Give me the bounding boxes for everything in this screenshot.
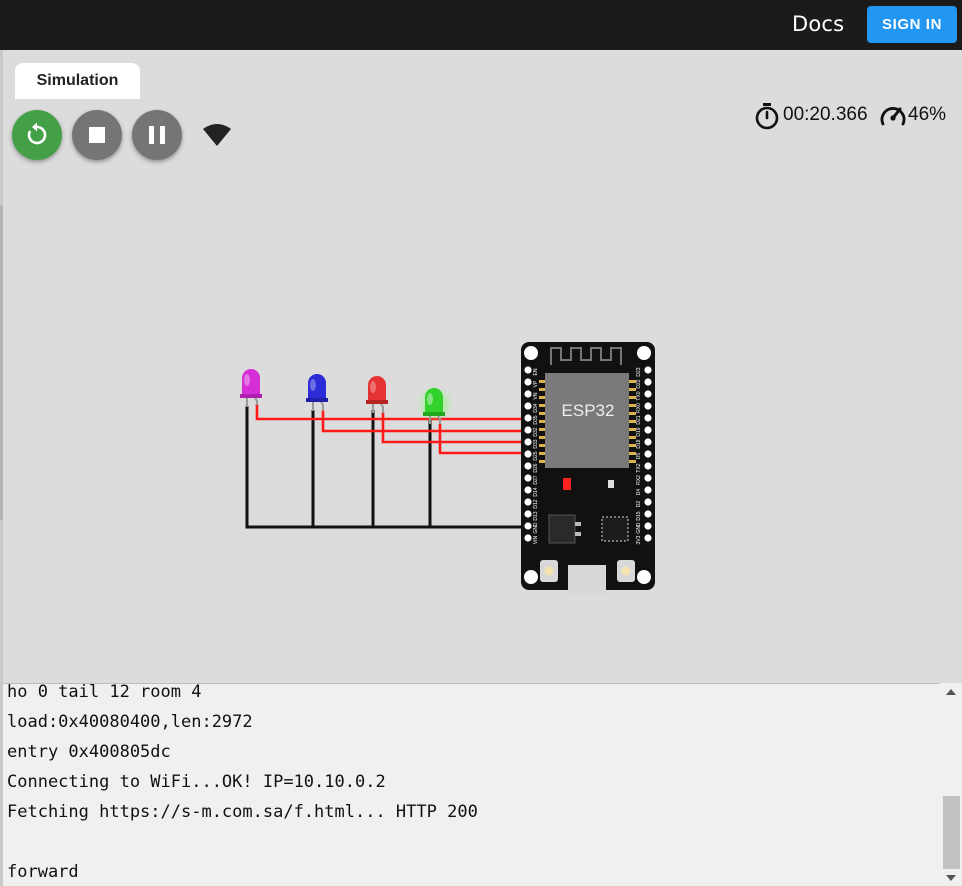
console-line: entry 0x400805dc bbox=[7, 742, 171, 762]
power-led bbox=[563, 478, 571, 490]
esp32-label: ESP32 bbox=[562, 401, 615, 420]
console-line: Fetching https://s-m.com.sa/f.html... HT… bbox=[7, 802, 478, 822]
pin-label: VN bbox=[533, 392, 539, 399]
pin-label: D21 bbox=[636, 415, 642, 424]
pin-label: D13 bbox=[533, 511, 539, 520]
scrollbar-thumb[interactable] bbox=[943, 796, 960, 869]
pin-label: D32 bbox=[533, 427, 539, 436]
pin-label: D25 bbox=[533, 451, 539, 460]
pin-label: D2 bbox=[636, 501, 642, 508]
pin-label: D23 bbox=[636, 367, 642, 376]
scroll-down-arrow-icon[interactable] bbox=[945, 874, 957, 882]
pin-label: GND bbox=[636, 522, 642, 534]
led-red[interactable] bbox=[366, 376, 388, 413]
pin-label: D35 bbox=[533, 415, 539, 424]
pin-label: VP bbox=[533, 380, 539, 387]
pin-label: 3V3 bbox=[636, 535, 642, 544]
pin-label: EN bbox=[533, 368, 539, 375]
boot-button[interactable] bbox=[617, 560, 635, 582]
ground-wires[interactable] bbox=[245, 406, 527, 529]
pin-label: D34 bbox=[533, 403, 539, 412]
led-magenta[interactable] bbox=[240, 369, 262, 407]
pin-label: D5 bbox=[636, 453, 642, 460]
pin-label: VIN bbox=[533, 535, 539, 544]
serial-monitor[interactable]: ho 0 tail 12 room 4 load:0x40080400,len:… bbox=[3, 683, 962, 886]
pin-label: TX0 bbox=[636, 391, 642, 400]
pin-label: D15 bbox=[636, 511, 642, 520]
app-root: Docs SIGN IN Simulation 00:20.366 46% ES… bbox=[0, 0, 962, 886]
pin-label: D4 bbox=[636, 489, 642, 496]
smd-component bbox=[608, 480, 614, 488]
console-line: Connecting to WiFi...OK! IP=10.10.0.2 bbox=[7, 772, 386, 792]
esp32-pins-right[interactable] bbox=[644, 366, 652, 542]
console-line: ho 0 tail 12 room 4 bbox=[7, 683, 202, 702]
usb-uart-chip bbox=[601, 516, 629, 542]
pin-label: D18 bbox=[636, 439, 642, 448]
circuit-diagram[interactable]: ESP32 EN VP VN D34 D35 D32 D33 D25 D26 D… bbox=[0, 0, 962, 683]
pin-label: GND bbox=[533, 522, 539, 534]
pin-label: D33 bbox=[533, 439, 539, 448]
console-line: forward bbox=[7, 862, 79, 882]
console-line: load:0x40080400,len:2972 bbox=[7, 712, 253, 732]
usb-connector bbox=[568, 565, 606, 595]
esp32-board[interactable]: ESP32 EN VP VN D34 D35 D32 D33 D25 D26 D… bbox=[521, 342, 655, 595]
pin-label: D12 bbox=[533, 499, 539, 508]
scroll-up-arrow-icon[interactable] bbox=[945, 688, 957, 696]
en-button[interactable] bbox=[540, 560, 558, 582]
led-blue[interactable] bbox=[306, 374, 328, 411]
pin-label: D27 bbox=[533, 475, 539, 484]
esp32-pins-left[interactable] bbox=[524, 366, 532, 542]
pin-label: RX2 bbox=[636, 475, 642, 485]
pin-label: TX2 bbox=[636, 463, 642, 472]
esp32-module-shield bbox=[545, 373, 629, 468]
signal-wires[interactable] bbox=[255, 404, 527, 455]
pin-label: D26 bbox=[533, 463, 539, 472]
pin-label: D14 bbox=[533, 487, 539, 496]
pin-label: D22 bbox=[636, 379, 642, 388]
pin-label: D19 bbox=[636, 427, 642, 436]
pin-label: RX0 bbox=[636, 403, 642, 413]
